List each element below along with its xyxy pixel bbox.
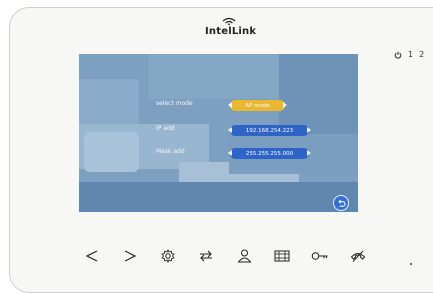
- mode-next-icon[interactable]: [283, 102, 287, 108]
- power-icon: [394, 51, 402, 59]
- ip-address-value[interactable]: 192.168.254.223: [228, 125, 311, 136]
- wifi-icon: [222, 17, 236, 25]
- mask-address-label: Mask add: [156, 148, 185, 155]
- settings-button[interactable]: [158, 246, 178, 266]
- left-arrow-button[interactable]: [82, 246, 102, 266]
- ip-prev-icon[interactable]: [228, 127, 232, 133]
- return-icon: [337, 199, 346, 207]
- film-icon: [274, 250, 290, 262]
- display-screen: select mode AP mode IP add 192.168.254.2…: [79, 54, 358, 212]
- key-icon: [311, 252, 328, 260]
- ip-next-icon[interactable]: [307, 127, 311, 133]
- unlock-button[interactable]: [310, 246, 330, 266]
- hangup-button[interactable]: [348, 246, 368, 266]
- mask-address-value[interactable]: 255.255.255.000: [228, 148, 311, 159]
- ip-address-label: IP add: [156, 125, 175, 132]
- brand-logo: IntelLink: [205, 17, 257, 45]
- contacts-button[interactable]: [234, 246, 254, 266]
- mode-prev-icon[interactable]: [228, 102, 232, 108]
- status-indicator: 1 2: [394, 50, 424, 59]
- channel-1: 1: [408, 50, 414, 59]
- right-arrow-button[interactable]: [120, 246, 140, 266]
- settings-gear-icon: [161, 249, 175, 263]
- transfer-button[interactable]: [196, 246, 216, 266]
- navigation-toolbar: [78, 246, 378, 266]
- channel-2: 2: [419, 50, 425, 59]
- indicator-dot: [410, 263, 412, 265]
- room-background: [79, 54, 358, 212]
- video-button[interactable]: [272, 246, 292, 266]
- phone-hangup-icon: [350, 250, 366, 262]
- select-mode-label: select mode: [156, 100, 193, 107]
- mask-next-icon[interactable]: [307, 150, 311, 156]
- select-mode-value[interactable]: AP mode: [228, 100, 287, 111]
- left-arrow-icon: [85, 250, 98, 262]
- right-arrow-icon: [124, 250, 137, 262]
- brand-name: IntelLink: [205, 26, 257, 37]
- person-icon: [236, 249, 252, 263]
- return-button[interactable]: [333, 195, 349, 211]
- mask-prev-icon[interactable]: [228, 150, 232, 156]
- swap-arrows-icon: [200, 250, 212, 262]
